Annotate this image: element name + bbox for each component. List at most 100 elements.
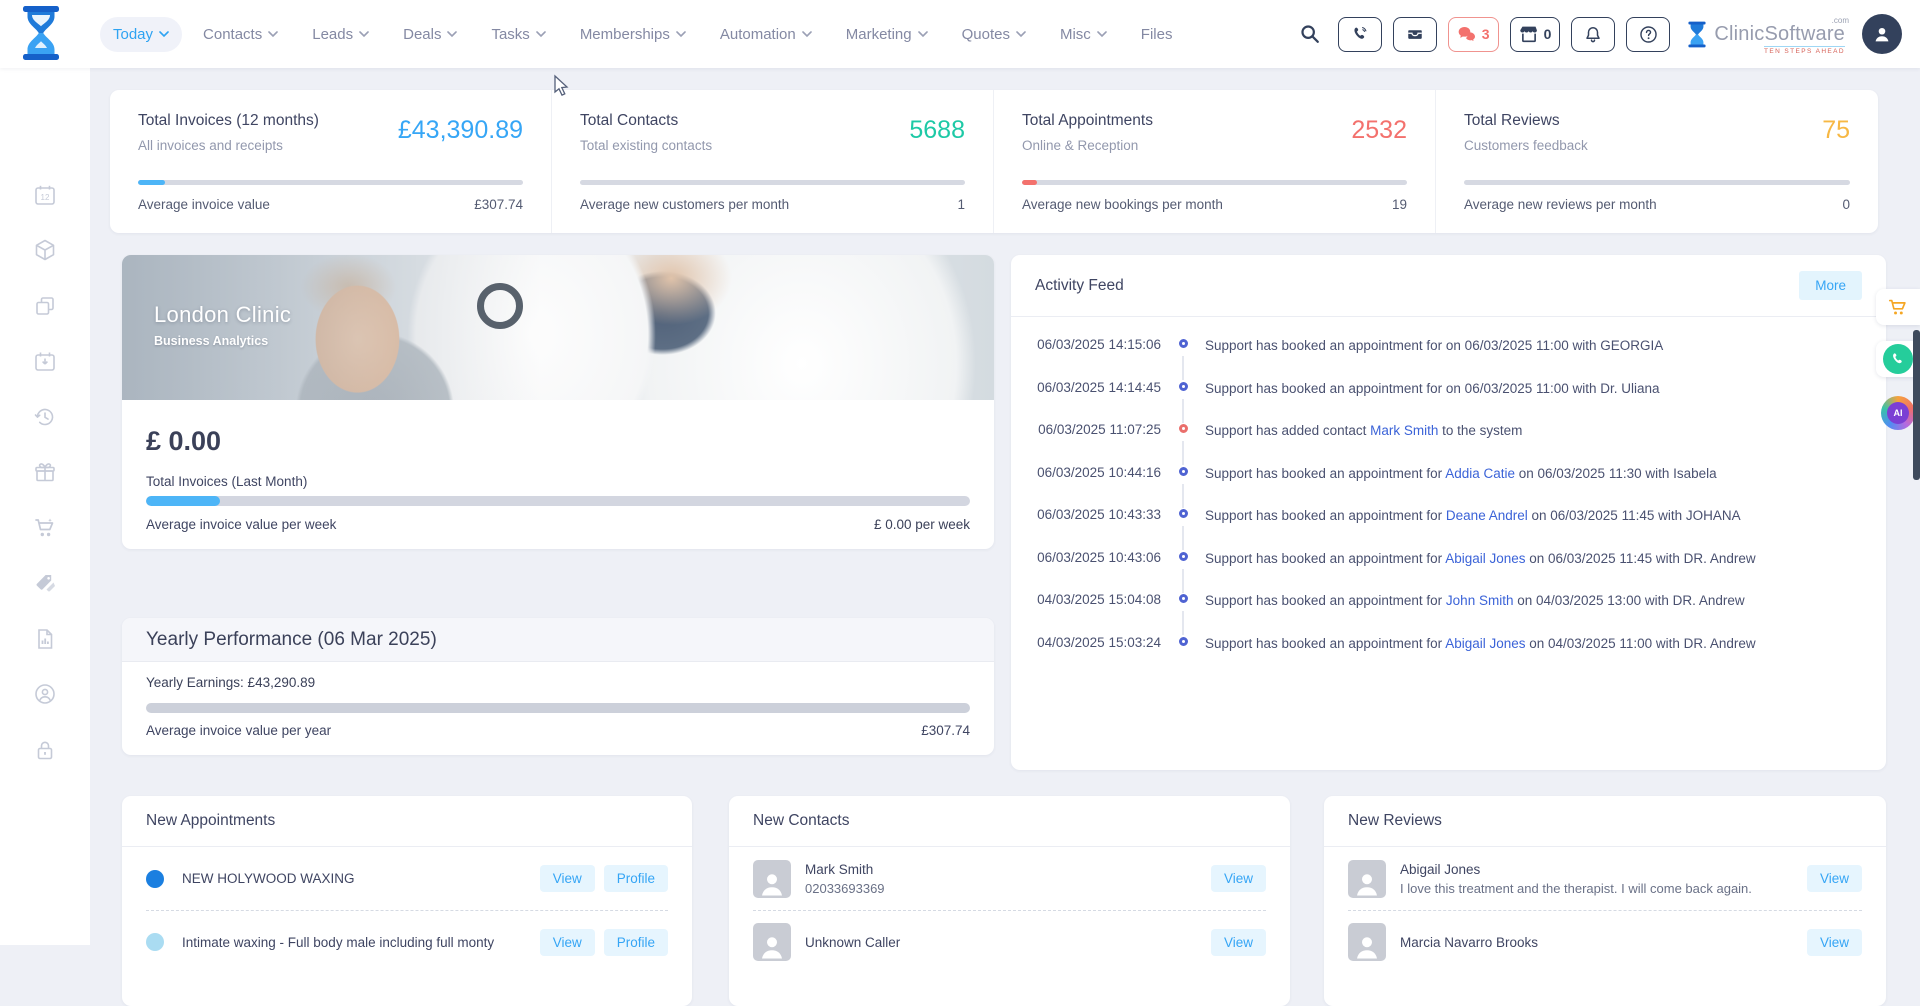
nav-item-leads[interactable]: Leads [299, 17, 382, 52]
feed-text: Support has booked an appointment for [1205, 508, 1446, 523]
left-sidebar: 12 [0, 68, 90, 945]
feed-text: Support has booked an appointment for on… [1205, 380, 1660, 396]
review-row: Abigail Jones I love this treatment and … [1348, 847, 1862, 910]
floating-cart-button[interactable] [1876, 289, 1920, 325]
view-button[interactable]: View [1806, 865, 1862, 892]
phone-icon [1354, 27, 1367, 39]
shop-icon [1519, 26, 1537, 43]
activity-more-button[interactable]: More [1799, 271, 1862, 300]
contact-avatar [753, 859, 791, 898]
sidebar-package-icon[interactable] [24, 229, 66, 271]
nav-item-quotes[interactable]: Quotes [949, 17, 1039, 52]
nav-label: Leads [312, 25, 354, 43]
sidebar-cart-icon[interactable] [24, 507, 66, 549]
feed-dot-icon [1178, 551, 1188, 561]
view-button[interactable]: View [539, 928, 595, 956]
invoice-footer-value: £ 0.00 per week [873, 517, 970, 532]
feed-timestamp: 06/03/2025 10:43:06 [1037, 549, 1161, 565]
phone-button[interactable] [1337, 16, 1382, 52]
nav-label: Automation [719, 25, 796, 43]
sidebar-report-icon[interactable] [24, 618, 66, 660]
view-button[interactable]: View [1210, 865, 1266, 892]
chat-button[interactable]: 3 [1447, 16, 1499, 52]
stat-value: 75 [1822, 116, 1850, 144]
feed-item: 04/03/2025 15:03:24 Support has booked a… [1021, 635, 1862, 678]
svg-text:12: 12 [41, 193, 50, 202]
sidebar-account-icon[interactable] [24, 673, 66, 715]
feed-timestamp: 06/03/2025 11:07:25 [1038, 422, 1161, 437]
nav-item-contacts[interactable]: Contacts [190, 17, 291, 52]
contact-phone: 02033693369 [805, 880, 885, 896]
reviewer-avatar [1348, 923, 1386, 961]
stat-card-invoices: Total Invoices (12 months) All invoices … [110, 90, 552, 233]
nav-item-deals[interactable]: Deals [390, 17, 470, 52]
yearly-footer-value: £307.74 [921, 723, 970, 738]
clinicsoftware-logo-icon[interactable] [20, 6, 62, 65]
chevron-down-icon [676, 30, 686, 37]
review-row: Marcia Navarro Brooks View [1348, 910, 1862, 973]
feed-dot-icon [1178, 636, 1188, 646]
stat-title: Total Reviews [1464, 112, 1560, 129]
stat-card-appointments: Total Appointments Online & Reception 25… [994, 90, 1436, 233]
feed-contact-link[interactable]: John Smith [1446, 593, 1514, 608]
feed-dot-icon [1178, 339, 1188, 348]
nav-item-today[interactable]: Today [100, 16, 183, 52]
nav-item-automation[interactable]: Automation [707, 17, 825, 52]
feed-text: to the system [1438, 423, 1523, 438]
nav-item-files[interactable]: Files [1128, 17, 1186, 52]
view-button[interactable]: View [1210, 928, 1266, 956]
feed-contact-link[interactable]: Deane Andrel [1446, 508, 1528, 523]
nav-item-misc[interactable]: Misc [1047, 17, 1120, 52]
stat-subtitle: All invoices and receipts [138, 138, 283, 153]
stat-value: 2532 [1351, 116, 1407, 144]
nav-label: Misc [1059, 25, 1091, 43]
stat-card-contacts: Total Contacts Total existing contacts 5… [552, 90, 994, 233]
sidebar-tags-icon[interactable] [24, 562, 66, 604]
search-icon[interactable] [1293, 23, 1327, 45]
feed-contact-link[interactable]: Mark Smith [1370, 423, 1438, 438]
sidebar-calendar-12-icon[interactable]: 12 [24, 174, 66, 216]
feed-dot-icon [1178, 594, 1188, 603]
new-appointments-title: New Appointments [146, 812, 276, 829]
feed-contact-link[interactable]: Abigail Jones [1445, 551, 1525, 566]
view-button[interactable]: View [1806, 928, 1862, 956]
sidebar-copy-icon[interactable] [24, 285, 66, 327]
invoice-footer-label: Average invoice value per week [146, 517, 337, 532]
scrollbar-thumb[interactable] [1913, 330, 1920, 480]
person-icon [1357, 873, 1377, 895]
contact-name: Unknown Caller [805, 934, 901, 950]
notifications-button[interactable] [1571, 16, 1616, 52]
stethoscope-decoration [477, 283, 523, 329]
nav-item-tasks[interactable]: Tasks [478, 17, 558, 52]
last-month-invoices-amount: £ 0.00 [146, 426, 222, 456]
inbox-button[interactable] [1392, 16, 1437, 52]
sidebar-calendar-import-icon[interactable] [24, 340, 66, 382]
shop-button[interactable]: 0 [1509, 16, 1561, 52]
nav-label: Today [113, 25, 154, 43]
bell-icon [1586, 26, 1601, 42]
help-button[interactable] [1626, 16, 1671, 52]
profile-button[interactable]: Profile [603, 865, 668, 892]
view-button[interactable]: View [539, 865, 595, 892]
nav-item-marketing[interactable]: Marketing [833, 17, 941, 52]
profile-button[interactable]: Profile [603, 928, 668, 956]
nav-item-memberships[interactable]: Memberships [567, 17, 699, 52]
yearly-footer-label: Average invoice value per year [146, 723, 332, 738]
chevron-down-icon [917, 30, 928, 37]
sidebar-gift-icon[interactable] [24, 451, 66, 493]
nav-label: Deals [403, 25, 442, 43]
stat-footer-label: Average new customers per month [580, 197, 790, 212]
user-avatar[interactable] [1862, 14, 1902, 54]
person-icon [762, 873, 782, 895]
feed-contact-link[interactable]: Addia Catie [1445, 466, 1515, 481]
feed-contact-link[interactable]: Abigail Jones [1445, 636, 1525, 651]
sidebar-history-icon[interactable] [24, 396, 66, 438]
new-appointments-card: New Appointments NEW HOLYWOOD WAXING Vie… [122, 796, 692, 1006]
sidebar-lock-icon[interactable] [24, 729, 66, 771]
person-icon [762, 937, 782, 959]
nav-label: Tasks [491, 25, 530, 43]
new-contacts-card: New Contacts Mark Smith 02033693369 View… [729, 796, 1290, 1006]
feed-dot-icon [1178, 466, 1188, 476]
brand-tld: .com [1831, 15, 1849, 25]
feed-item: 04/03/2025 15:04:08 Support has booked a… [1021, 592, 1862, 635]
